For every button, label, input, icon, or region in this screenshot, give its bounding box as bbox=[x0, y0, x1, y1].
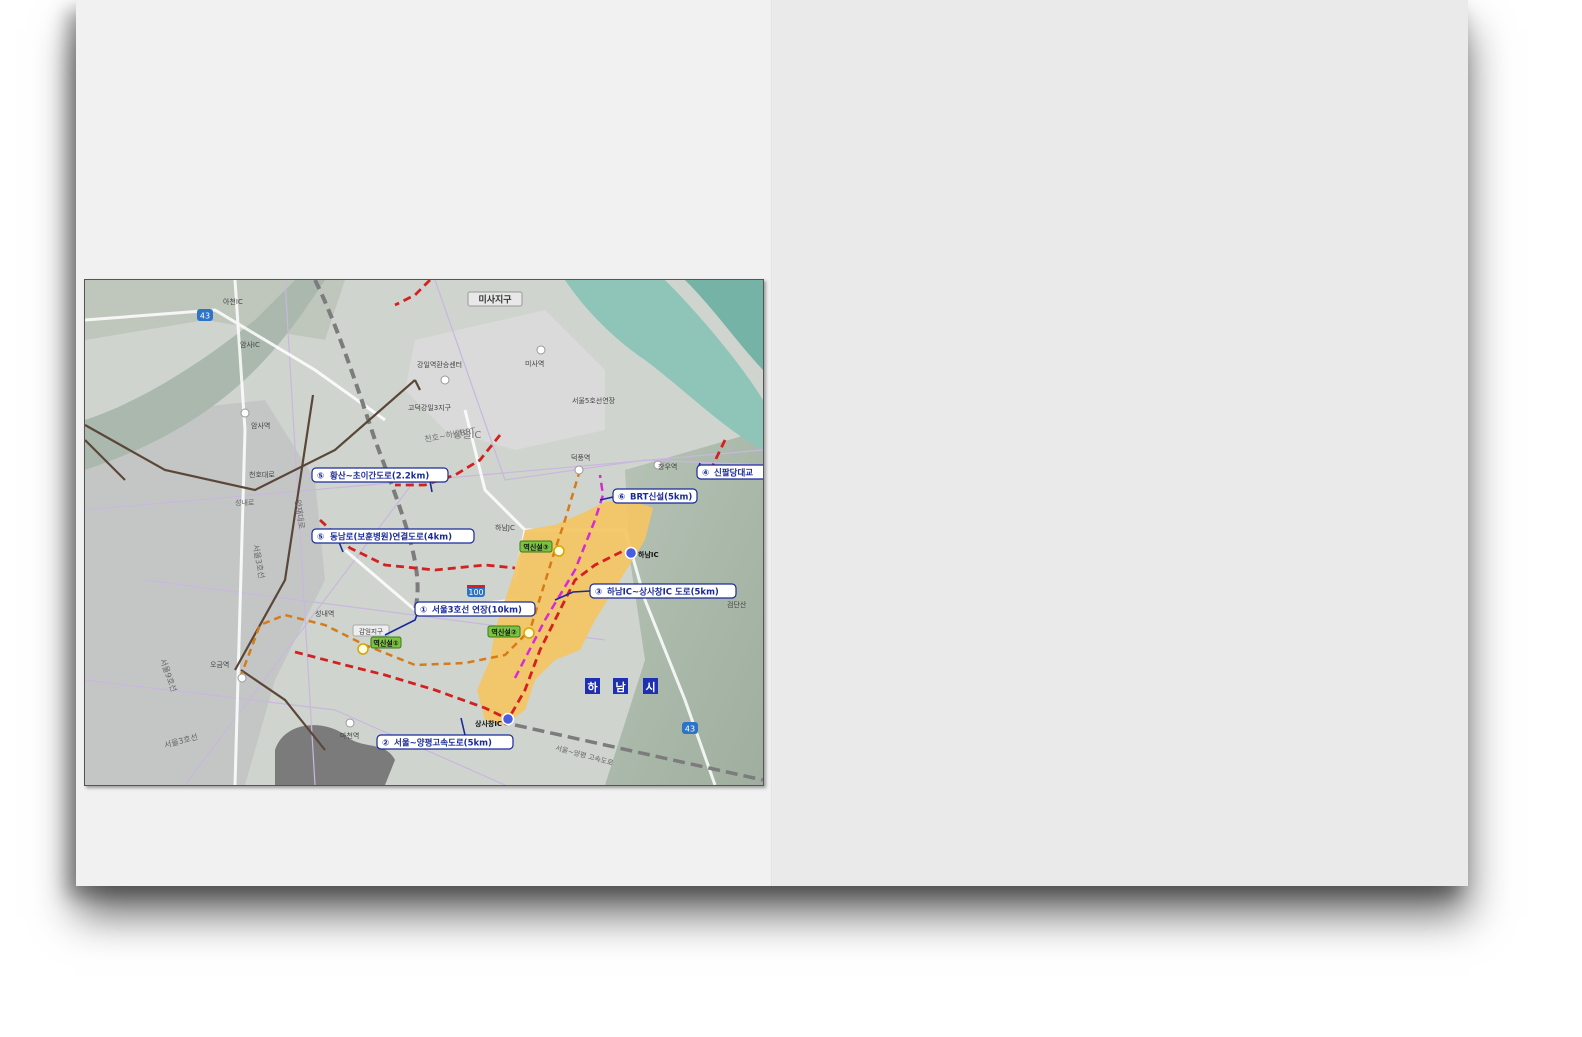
svg-text:역신설②: 역신설② bbox=[491, 628, 516, 637]
label-gamilsan: 검단산 bbox=[727, 600, 747, 609]
route-badge-43-bottom: 43 bbox=[682, 722, 698, 734]
label-hanam-jc: 하남JC bbox=[495, 523, 515, 532]
svg-text:남: 남 bbox=[615, 681, 625, 694]
svg-text:황산~초이간도로(2.2km): 황산~초이간도로(2.2km) bbox=[330, 471, 429, 482]
map-svg: 43 43 100 아천IC 암사IC 암사역 천호대로 강일역환승센터 미사역… bbox=[85, 280, 763, 785]
city-name-hanam: 하 남 시 bbox=[585, 678, 658, 694]
label-gangil-transfer: 강일역환승센터 bbox=[417, 360, 462, 369]
svg-text:43: 43 bbox=[200, 312, 210, 321]
callout-seoul-yangpyeong-expressway: ② 서울~양평고속도로(5km) bbox=[376, 734, 514, 750]
svg-text:감일지구: 감일지구 bbox=[359, 627, 383, 636]
svg-text:③: ③ bbox=[595, 588, 602, 598]
label-ic-top: 아천IC bbox=[223, 297, 243, 306]
callout-new-paldang-bridge: ④ 신팔당대교 bbox=[696, 464, 763, 480]
callout-hwangsan-choi-road: ⑤ 황산~초이간도로(2.2km) bbox=[311, 467, 449, 483]
new-station-tag-1: 역신설① bbox=[370, 636, 402, 649]
svg-text:⑤: ⑤ bbox=[317, 533, 324, 543]
district-box-misa: 미사지구 bbox=[467, 291, 523, 307]
callout-brt-new: ⑥ BRT신설(5km) bbox=[612, 488, 698, 504]
svg-text:미사지구: 미사지구 bbox=[478, 294, 511, 306]
svg-text:①: ① bbox=[420, 606, 427, 616]
svg-text:②: ② bbox=[382, 739, 389, 749]
svg-text:⑤: ⑤ bbox=[317, 472, 324, 482]
svg-text:하: 하 bbox=[587, 680, 598, 694]
svg-text:역신설③: 역신설③ bbox=[523, 543, 548, 552]
svg-text:⑥: ⑥ bbox=[618, 493, 625, 503]
new-station-tag-3: 역신설③ bbox=[519, 540, 553, 553]
svg-text:동남로(보훈병원)연결도로(4km): 동남로(보훈병원)연결도로(4km) bbox=[330, 532, 452, 543]
svg-text:시: 시 bbox=[645, 681, 655, 694]
label-amsa: 암사역 bbox=[251, 421, 270, 430]
callout-dongnam-road: ⑤ 동남로(보훈병원)연결도로(4km) bbox=[311, 528, 475, 544]
label-seongnae-road: 성내로 bbox=[235, 498, 255, 507]
label-misa-station: 미사역 bbox=[525, 359, 544, 368]
svg-text:역신설①: 역신설① bbox=[373, 639, 398, 648]
label-seoul5-depot: 서울5호선연장 bbox=[572, 396, 616, 405]
svg-text:서울3호선 연장(10km): 서울3호선 연장(10km) bbox=[432, 605, 522, 616]
label-hanam-ic: 하남IC bbox=[638, 550, 659, 559]
district-box-gamil: 감일지구 bbox=[352, 624, 390, 637]
page-fold bbox=[771, 0, 773, 886]
callout-seoul3-extension: ① 서울3호선 연장(10km) bbox=[414, 601, 536, 617]
new-station-tag-2: 역신설② bbox=[487, 625, 521, 638]
callout-hanam-ic-road: ③ 하남IC~상사창IC 도로(5km) bbox=[589, 583, 737, 599]
right-page bbox=[772, 0, 1468, 886]
svg-text:신팔당대교: 신팔당대교 bbox=[714, 468, 753, 479]
label-ic-left: 암사IC bbox=[240, 340, 260, 349]
label-godeok: 고덕강일3지구 bbox=[408, 403, 452, 412]
label-seongnae: 성내역 bbox=[315, 609, 334, 618]
route-badge-100: 100 bbox=[467, 585, 485, 597]
label-deokpung: 덕풍역 bbox=[571, 453, 590, 462]
svg-text:100: 100 bbox=[468, 588, 483, 597]
label-changu: 창우역 bbox=[658, 462, 677, 471]
label-sangsachang-ic: 상사창IC bbox=[475, 719, 502, 728]
svg-text:④: ④ bbox=[702, 469, 709, 479]
transport-plan-map: 43 43 100 아천IC 암사IC 암사역 천호대로 강일역환승센터 미사역… bbox=[84, 279, 764, 786]
svg-text:BRT신설(5km): BRT신설(5km) bbox=[630, 492, 692, 503]
svg-text:43: 43 bbox=[685, 725, 695, 734]
label-macheon: 마천역 bbox=[340, 731, 359, 740]
label-cheonho: 천호대로 bbox=[249, 470, 275, 479]
svg-text:서울~양평고속도로(5km): 서울~양평고속도로(5km) bbox=[394, 738, 492, 749]
label-ogeum: 오금역 bbox=[210, 660, 229, 669]
svg-text:하남IC~상사창IC 도로(5km): 하남IC~상사창IC 도로(5km) bbox=[607, 587, 719, 598]
route-badge-43-top: 43 bbox=[197, 309, 213, 321]
